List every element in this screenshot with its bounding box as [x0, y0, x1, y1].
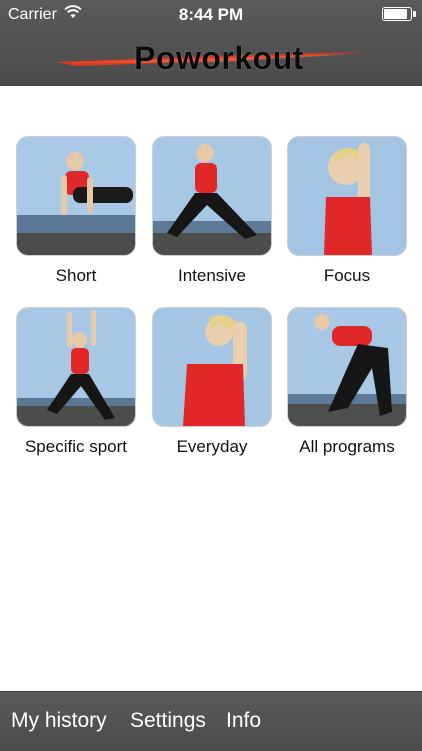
app-logo: Poworkout	[56, 38, 368, 78]
program-label: Focus	[323, 266, 371, 285]
logo-text: Poworkout	[134, 40, 304, 76]
clock-label: 8:44 PM	[178, 5, 244, 24]
program-tile-all-programs[interactable]: All programs	[287, 307, 407, 456]
status-bar: Carrier 8:44 PM	[0, 0, 422, 30]
tab-settings[interactable]: Settings	[130, 709, 206, 733]
program-photo-everyday[interactable]	[152, 307, 272, 427]
program-photo-intensive[interactable]	[152, 136, 272, 256]
program-tile-everyday[interactable]: Everyday	[152, 307, 272, 456]
program-photo-short[interactable]	[16, 136, 136, 256]
program-tile-intensive[interactable]: Intensive	[152, 136, 272, 285]
program-label: All programs	[299, 437, 395, 456]
tab-my-history[interactable]: My history	[11, 709, 107, 733]
program-photo-specific-sport[interactable]	[16, 307, 136, 427]
app-header: Carrier 8:44 PM Poworkout	[0, 0, 422, 86]
program-photo-all-programs[interactable]	[287, 307, 407, 427]
program-tile-specific-sport[interactable]: Specific sport	[16, 307, 136, 456]
battery-icon	[382, 7, 416, 21]
program-tile-short[interactable]: Short	[16, 136, 136, 285]
program-tile-focus[interactable]: Focus	[287, 136, 407, 285]
program-grid: Short Intensive Focus Specific sport Eve…	[0, 85, 422, 691]
tab-info[interactable]: Info	[226, 709, 261, 733]
program-photo-focus[interactable]	[287, 136, 407, 256]
battery-level	[384, 9, 407, 19]
tab-bar: My history Settings Info	[0, 691, 422, 751]
